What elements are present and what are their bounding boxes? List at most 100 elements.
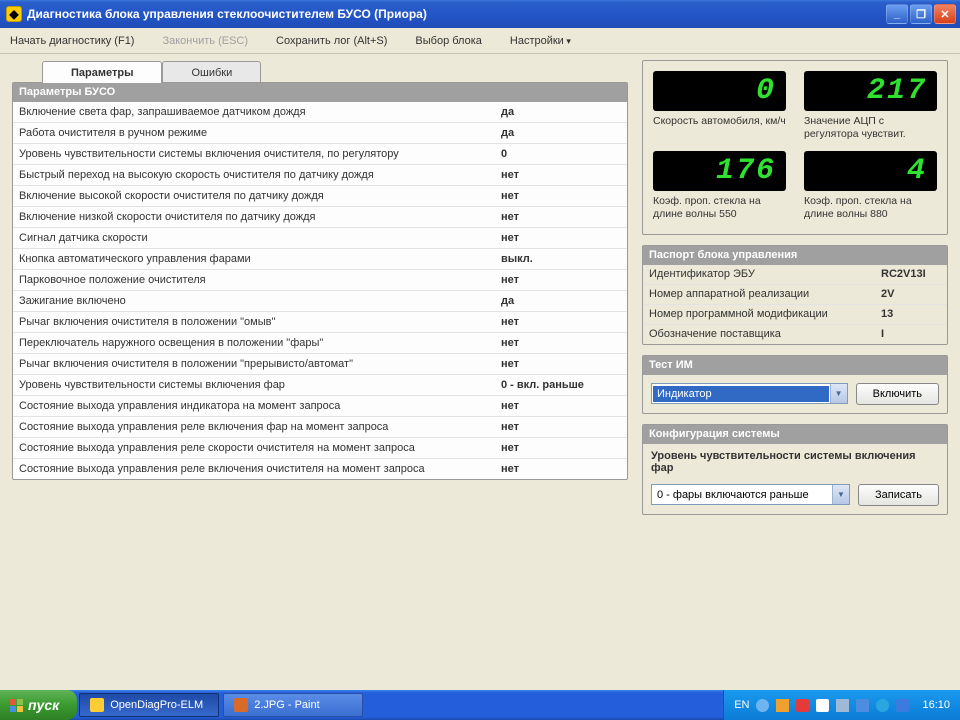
gauge-k880: 4 Коэф. проп. стекла на длине волны 880: [804, 151, 937, 221]
param-label: Рычаг включения очистителя в положении "…: [19, 358, 501, 370]
tray-network-icon[interactable]: [856, 699, 869, 712]
param-label: Включение высокой скорости очистителя по…: [19, 190, 501, 202]
param-label: Переключатель наружного освещения в поло…: [19, 337, 501, 349]
param-row[interactable]: Быстрый переход на высокую скорость очис…: [13, 165, 627, 186]
app-icon: ◆: [6, 6, 22, 22]
param-value: нет: [501, 358, 621, 370]
param-row[interactable]: Уровень чувствительности системы включен…: [13, 375, 627, 396]
dropdown-arrow-icon[interactable]: ▼: [830, 384, 847, 403]
app-icon: [234, 698, 248, 712]
param-label: Включение света фар, запрашиваемое датчи…: [19, 106, 501, 118]
tray-volume-icon[interactable]: [836, 699, 849, 712]
param-row[interactable]: Переключатель наружного освещения в поло…: [13, 333, 627, 354]
param-label: Состояние выхода управления реле включен…: [19, 463, 501, 475]
tray-lang[interactable]: EN: [734, 699, 749, 711]
param-row[interactable]: Состояние выхода управления реле включен…: [13, 459, 627, 479]
menu-settings[interactable]: Настройки: [510, 35, 571, 47]
taskbar-app-opendiag[interactable]: OpenDiagPro-ELM: [79, 693, 219, 717]
param-label: Состояние выхода управления реле включен…: [19, 421, 501, 433]
param-value: нет: [501, 337, 621, 349]
param-row[interactable]: Зажигание включенода: [13, 291, 627, 312]
param-value: да: [501, 127, 621, 139]
taskbar-app-label: OpenDiagPro-ELM: [110, 699, 203, 711]
gauge-adc-caption: Значение АЦП с регулятора чувствит.: [804, 115, 937, 141]
config-select-value: 0 - фары включаются раньше: [653, 487, 831, 503]
param-value: нет: [501, 316, 621, 328]
config-label: Уровень чувствительности системы включен…: [643, 444, 947, 476]
param-row[interactable]: Состояние выхода управления реле включен…: [13, 417, 627, 438]
param-label: Кнопка автоматического управления фарами: [19, 253, 501, 265]
param-row[interactable]: Включение высокой скорости очистителя по…: [13, 186, 627, 207]
start-button[interactable]: пуск: [0, 690, 77, 720]
passport-label: Обозначение поставщика: [649, 328, 881, 340]
param-row[interactable]: Кнопка автоматического управления фарами…: [13, 249, 627, 270]
taskbar-app-paint[interactable]: 2.JPG - Paint: [223, 693, 363, 717]
test-enable-button[interactable]: Включить: [856, 383, 939, 405]
gauge-k880-caption: Коэф. проп. стекла на длине волны 880: [804, 195, 937, 221]
tray-icon[interactable]: [816, 699, 829, 712]
param-row[interactable]: Рычаг включения очистителя в положении "…: [13, 354, 627, 375]
maximize-button[interactable]: ❐: [910, 4, 932, 24]
config-select[interactable]: 0 - фары включаются раньше ▼: [651, 484, 850, 505]
windows-logo-icon: [10, 699, 23, 712]
param-label: Уровень чувствительности системы включен…: [19, 379, 501, 391]
tray-shield-icon[interactable]: [796, 699, 809, 712]
gauge-speed-caption: Скорость автомобиля, км/ч: [653, 115, 786, 128]
gauge-k550: 176 Коэф. проп. стекла на длине волны 55…: [653, 151, 786, 221]
param-value: нет: [501, 169, 621, 181]
passport-row: Обозначение поставщикаI: [643, 325, 947, 344]
test-select[interactable]: Индикатор ▼: [651, 383, 848, 404]
close-button[interactable]: ✕: [934, 4, 956, 24]
tray-icon[interactable]: [876, 699, 889, 712]
menubar: Начать диагностику (F1) Закончить (ESC) …: [0, 28, 960, 54]
param-row[interactable]: Рычаг включения очистителя в положении "…: [13, 312, 627, 333]
passport-header: Паспорт блока управления: [643, 246, 947, 265]
param-value: нет: [501, 421, 621, 433]
param-row[interactable]: Состояние выхода управления индикатора н…: [13, 396, 627, 417]
param-label: Состояние выхода управления индикатора н…: [19, 400, 501, 412]
param-row[interactable]: Уровень чувствительности системы включен…: [13, 144, 627, 165]
passport-label: Идентификатор ЭБУ: [649, 268, 881, 280]
param-row[interactable]: Состояние выхода управления реле скорост…: [13, 438, 627, 459]
dropdown-arrow-icon[interactable]: ▼: [832, 485, 849, 504]
system-tray[interactable]: EN 16:10: [723, 690, 960, 720]
tray-icon[interactable]: [776, 699, 789, 712]
menu-choose-block[interactable]: Выбор блока: [415, 35, 481, 47]
param-row[interactable]: Сигнал датчика скоростинет: [13, 228, 627, 249]
param-row[interactable]: Работа очистителя в ручном режимеда: [13, 123, 627, 144]
params-header: Параметры БУСО: [13, 83, 627, 102]
window-title: Диагностика блока управления стеклоочист…: [27, 7, 427, 21]
passport-value: I: [881, 328, 941, 340]
app-icon: [90, 698, 104, 712]
menu-start-diag[interactable]: Начать диагностику (F1): [10, 35, 134, 47]
tab-errors[interactable]: Ошибки: [162, 61, 261, 83]
param-row[interactable]: Парковочное положение очистителянет: [13, 270, 627, 291]
tray-icon[interactable]: [756, 699, 769, 712]
config-panel: Конфигурация системы Уровень чувствитель…: [642, 424, 948, 515]
param-label: Уровень чувствительности системы включен…: [19, 148, 501, 160]
config-write-button[interactable]: Записать: [858, 484, 939, 506]
start-label: пуск: [28, 697, 59, 713]
menu-save-log[interactable]: Сохранить лог (Alt+S): [276, 35, 387, 47]
passport-row: Идентификатор ЭБУRC2V13I: [643, 265, 947, 285]
param-value: нет: [501, 211, 621, 223]
tab-params[interactable]: Параметры: [42, 61, 162, 83]
param-value: нет: [501, 232, 621, 244]
param-label: Парковочное положение очистителя: [19, 274, 501, 286]
param-row[interactable]: Включение низкой скорости очистителя по …: [13, 207, 627, 228]
test-select-value: Индикатор: [653, 386, 829, 402]
param-value: выкл.: [501, 253, 621, 265]
param-row[interactable]: Включение света фар, запрашиваемое датчи…: [13, 102, 627, 123]
passport-value: RC2V13I: [881, 268, 941, 280]
tray-bluetooth-icon[interactable]: [896, 699, 909, 712]
param-value: нет: [501, 400, 621, 412]
gauge-adc-value: 217: [804, 71, 937, 111]
param-value: 0: [501, 148, 621, 160]
taskbar-app-label: 2.JPG - Paint: [254, 699, 319, 711]
tabs: Параметры Ошибки: [42, 60, 628, 82]
tray-clock[interactable]: 16:10: [922, 699, 950, 711]
passport-label: Номер программной модификации: [649, 308, 881, 320]
minimize-button[interactable]: _: [886, 4, 908, 24]
param-value: 0 - вкл. раньше: [501, 379, 621, 391]
window-titlebar: ◆ Диагностика блока управления стеклоочи…: [0, 0, 960, 28]
